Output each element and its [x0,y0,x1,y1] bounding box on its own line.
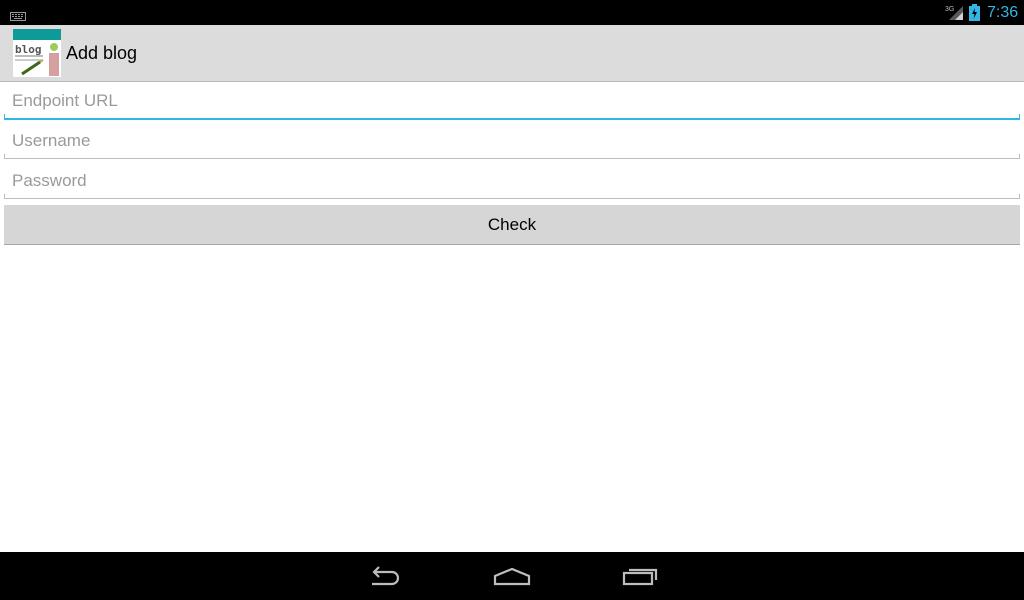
field-tick-left [4,154,5,159]
password-underline [4,198,1020,199]
signal-icon: 3G [945,4,965,26]
username-input[interactable] [4,124,1020,158]
back-icon[interactable] [354,560,414,592]
field-tick-left [4,194,5,199]
endpoint-url-field-container [4,84,1020,120]
page-title: Add blog [66,43,138,63]
status-bar: 3G 7:36 [0,0,1024,25]
blog-app-icon[interactable]: blog [12,29,62,77]
username-underline [4,158,1020,159]
clock: 7:36 [987,4,1019,21]
battery-charging-icon [969,4,980,26]
password-field-container [4,164,1020,200]
field-tick-left [4,114,5,119]
network-type-label: 3G [945,6,954,13]
field-tick-right [1019,114,1020,119]
keyboard-icon [10,8,26,26]
field-tick-right [1019,194,1020,199]
field-tick-right [1019,154,1020,159]
username-field-container [4,124,1020,160]
action-bar: blog Add blog [0,25,1024,82]
home-icon[interactable] [482,560,542,592]
endpoint-url-input[interactable] [4,84,1020,118]
check-button[interactable]: Check [4,205,1020,245]
recent-apps-icon[interactable] [610,560,670,592]
password-input[interactable] [4,164,1020,198]
app-icon-text: blog [15,43,42,56]
navigation-bar [0,552,1024,600]
endpoint-url-underline [4,118,1020,120]
